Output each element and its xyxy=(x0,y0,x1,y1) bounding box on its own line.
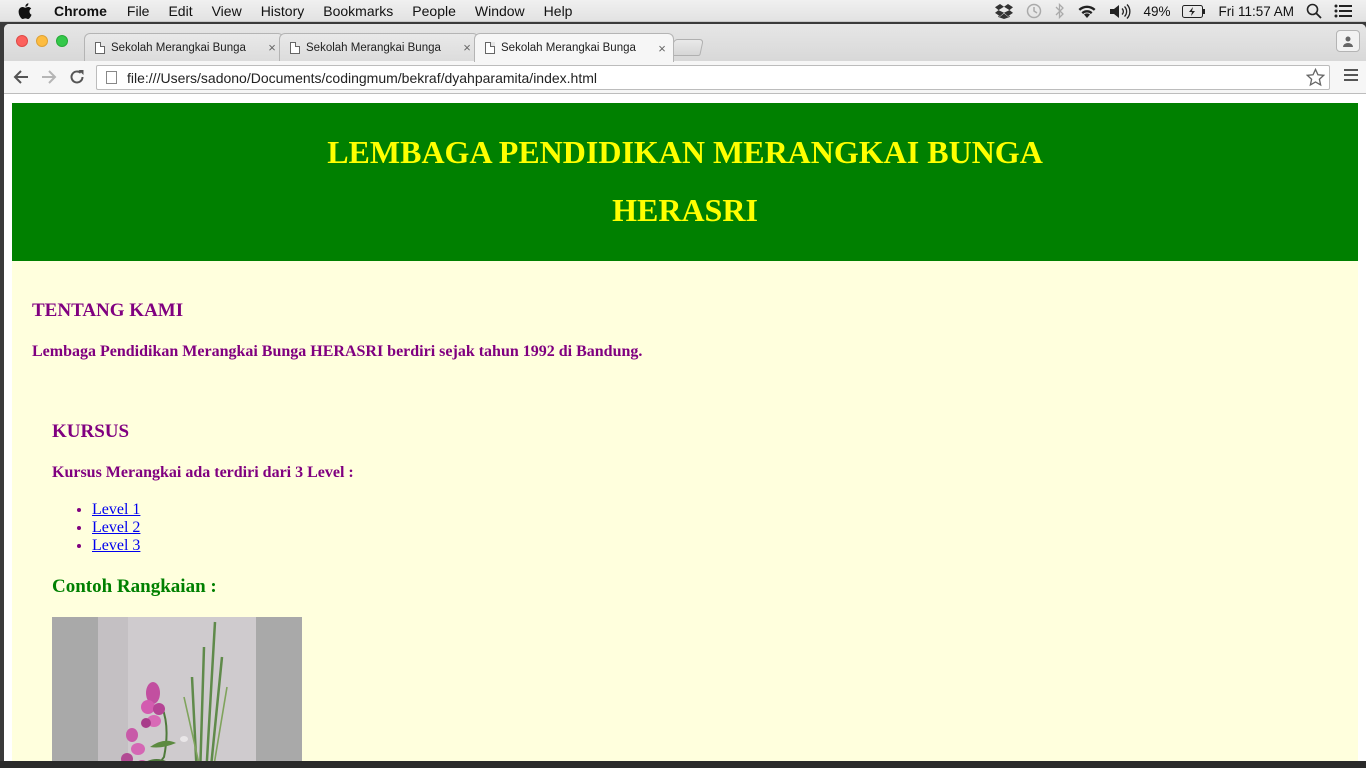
menu-file[interactable]: File xyxy=(127,3,150,19)
status-area: 49% Fri 11:57 AM xyxy=(995,0,1352,22)
reload-icon[interactable] xyxy=(67,67,87,87)
wifi-icon[interactable] xyxy=(1077,4,1097,19)
page-icon xyxy=(290,41,300,54)
profile-icon[interactable] xyxy=(1336,30,1360,52)
about-heading: TENTANG KAMI xyxy=(32,300,184,321)
browser-toolbar: file:///Users/sadono/Documents/codingmum… xyxy=(4,61,1366,94)
page-viewport: LEMBAGA PENDIDIKAN MERANGKAI BUNGA HERAS… xyxy=(4,95,1366,761)
tab-title: Sekolah Merangkai Bunga xyxy=(306,41,441,54)
dropbox-icon[interactable] xyxy=(995,3,1014,19)
page-content: TENTANG KAMI Lembaga Pendidikan Merangka… xyxy=(12,261,1358,761)
page-header: LEMBAGA PENDIDIKAN MERANGKAI BUNGA HERAS… xyxy=(12,103,1358,261)
level-2-link[interactable]: Level 2 xyxy=(92,519,140,536)
tab-strip: Sekolah Merangkai Bunga × Sekolah Merang… xyxy=(4,24,1366,62)
browser-tab-2[interactable]: Sekolah Merangkai Bunga × xyxy=(279,33,479,61)
macos-menubar: Chrome File Edit View History Bookmarks … xyxy=(0,0,1366,22)
chrome-menu-icon[interactable] xyxy=(1344,69,1358,84)
battery-percent: 49% xyxy=(1143,3,1171,19)
page-icon xyxy=(106,71,117,84)
list-item: Level 1 xyxy=(92,501,140,519)
window-minimize-button[interactable] xyxy=(36,35,48,47)
header-title: LEMBAGA PENDIDIKAN MERANGKAI BUNGA xyxy=(327,134,1043,170)
forward-icon[interactable] xyxy=(39,67,59,87)
menu-app-chrome[interactable]: Chrome xyxy=(54,3,107,19)
kursus-heading: KURSUS xyxy=(52,421,130,442)
browser-tab-3-active[interactable]: Sekolah Merangkai Bunga × xyxy=(474,33,674,62)
menu-history[interactable]: History xyxy=(261,3,305,19)
time-machine-icon[interactable] xyxy=(1025,3,1043,19)
browser-tab-1[interactable]: Sekolah Merangkai Bunga × xyxy=(84,33,284,61)
menu-view[interactable]: View xyxy=(212,3,242,19)
menu-window[interactable]: Window xyxy=(475,3,525,19)
new-tab-button[interactable] xyxy=(670,39,704,56)
menu-bookmarks[interactable]: Bookmarks xyxy=(323,3,393,19)
window-zoom-button[interactable] xyxy=(56,35,68,47)
tab-title: Sekolah Merangkai Bunga xyxy=(501,42,636,54)
url-text[interactable]: file:///Users/sadono/Documents/codingmum… xyxy=(127,70,597,86)
apple-icon[interactable] xyxy=(18,2,38,19)
page-icon xyxy=(485,42,495,54)
window-close-button[interactable] xyxy=(16,35,28,47)
spotlight-icon[interactable] xyxy=(1306,3,1322,19)
bluetooth-icon[interactable] xyxy=(1055,3,1065,19)
notification-center-icon[interactable] xyxy=(1334,4,1352,18)
dock-edge xyxy=(0,761,1366,768)
list-item: Level 2 xyxy=(92,519,140,537)
kursus-text: Kursus Merangkai ada terdiri dari 3 Leve… xyxy=(52,464,354,481)
battery-icon[interactable] xyxy=(1182,4,1206,18)
bookmark-star-icon[interactable] xyxy=(1305,67,1326,92)
menu-help[interactable]: Help xyxy=(544,3,573,19)
level-3-link[interactable]: Level 3 xyxy=(92,537,140,554)
level-list: Level 1 Level 2 Level 3 xyxy=(92,501,140,555)
flower-arrangement-image xyxy=(52,617,302,761)
back-icon[interactable] xyxy=(11,67,31,87)
clock[interactable]: Fri 11:57 AM xyxy=(1218,4,1294,19)
address-bar[interactable]: file:///Users/sadono/Documents/codingmum… xyxy=(96,65,1330,90)
tab-close-icon[interactable]: × xyxy=(651,41,673,56)
chrome-window: Sekolah Merangkai Bunga × Sekolah Merang… xyxy=(4,24,1366,761)
header-subtitle: HERASRI xyxy=(612,192,758,228)
tab-title: Sekolah Merangkai Bunga xyxy=(111,41,246,54)
page-icon xyxy=(95,41,105,54)
volume-icon[interactable] xyxy=(1109,3,1131,19)
level-1-link[interactable]: Level 1 xyxy=(92,501,140,518)
menu-edit[interactable]: Edit xyxy=(168,3,192,19)
menu-people[interactable]: People xyxy=(412,3,456,19)
contoh-heading: Contoh Rangkaian : xyxy=(52,576,217,597)
about-text: Lembaga Pendidikan Merangkai Bunga HERAS… xyxy=(32,343,643,360)
list-item: Level 3 xyxy=(92,537,140,555)
